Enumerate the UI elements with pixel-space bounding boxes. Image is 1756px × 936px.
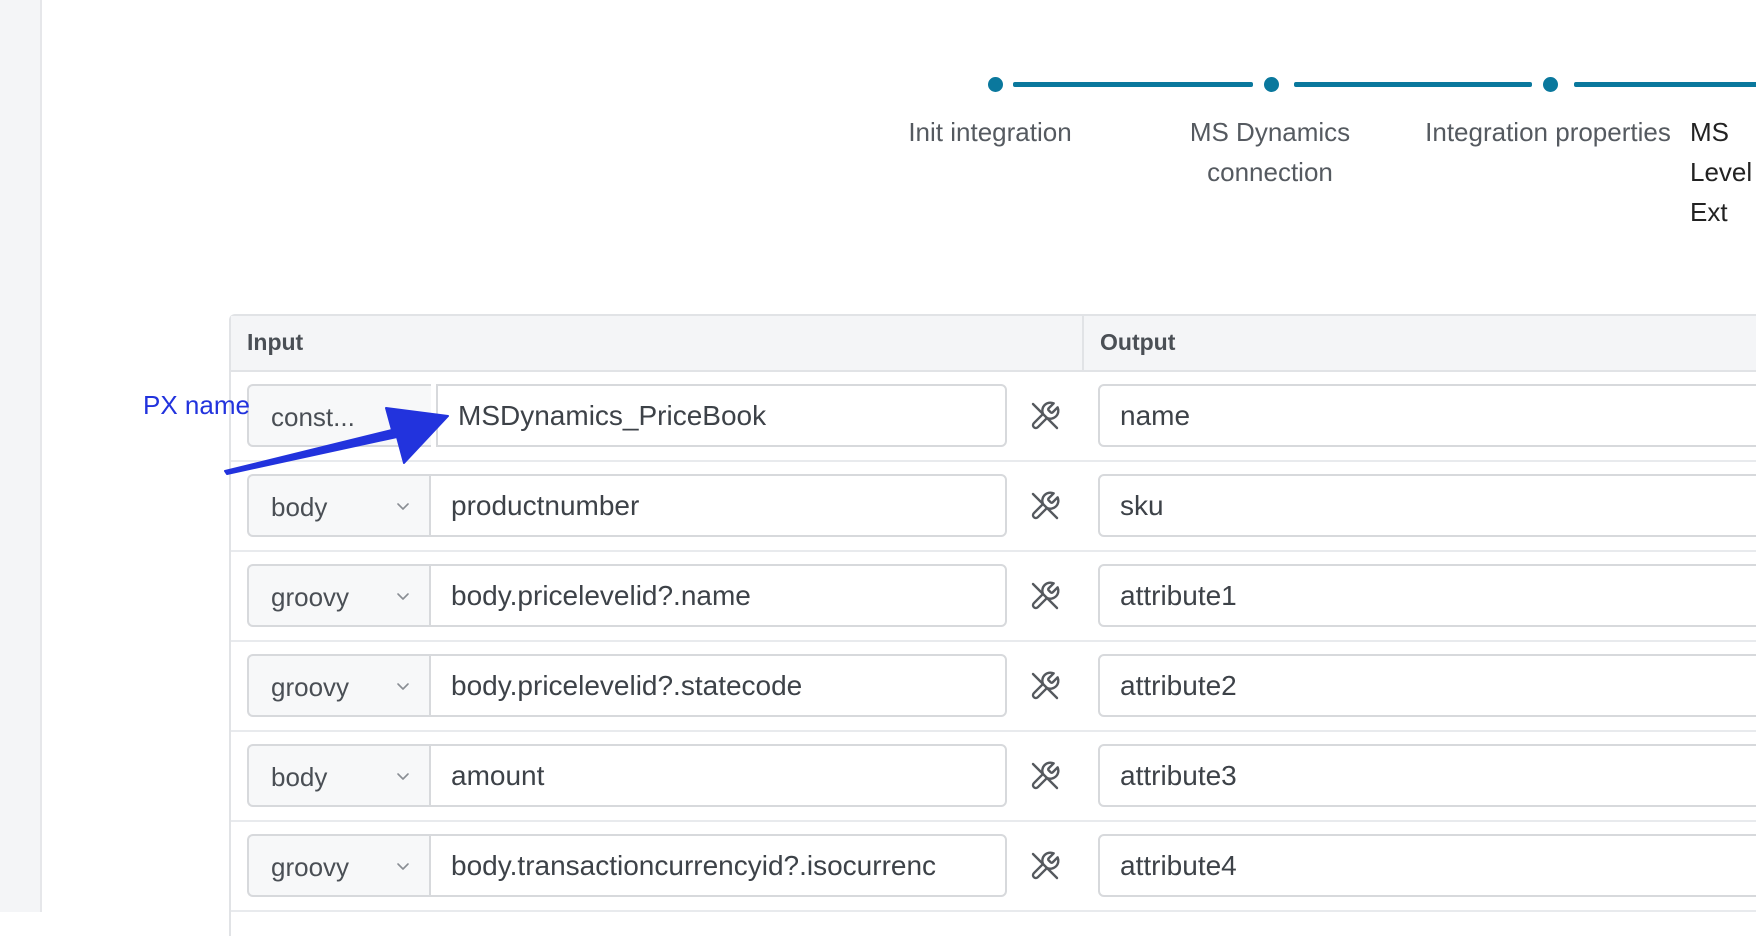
step-label-init-integration[interactable]: Init integration — [880, 112, 1100, 152]
mapping-row: groovy — [231, 642, 1756, 732]
chevron-down-icon — [397, 593, 409, 600]
chevron-down-icon — [397, 503, 409, 510]
wrench-off-icon[interactable] — [1029, 400, 1061, 432]
source-type-value: groovy — [271, 582, 350, 612]
output-column-header: Output — [1100, 329, 1176, 355]
column-divider — [1082, 316, 1084, 370]
wrench-off-icon[interactable] — [1029, 670, 1061, 702]
source-value-input[interactable] — [429, 564, 1007, 627]
step-connector — [1574, 82, 1756, 87]
source-value-input[interactable] — [429, 654, 1007, 717]
output-field-input[interactable] — [1098, 564, 1756, 627]
step-dot-init-integration[interactable] — [988, 77, 1003, 92]
wrench-off-icon[interactable] — [1029, 850, 1061, 882]
wrench-off-icon[interactable] — [1029, 580, 1061, 612]
source-type-select[interactable]: body — [247, 474, 431, 537]
chevron-down-icon — [397, 683, 409, 690]
source-value-input[interactable] — [429, 474, 1007, 537]
source-value-input[interactable] — [429, 834, 1007, 897]
output-field-input[interactable] — [1098, 384, 1756, 447]
step-dot-integration-properties[interactable] — [1543, 77, 1558, 92]
mapping-row: const... — [231, 372, 1756, 462]
output-field-input[interactable] — [1098, 474, 1756, 537]
source-type-select[interactable]: const... — [247, 384, 431, 447]
output-field-input[interactable] — [1098, 654, 1756, 717]
chevron-down-icon — [397, 773, 409, 780]
source-type-value: body — [271, 762, 328, 792]
source-type-value: groovy — [271, 852, 350, 882]
wrench-off-icon[interactable] — [1029, 760, 1061, 792]
mapping-row: groovy — [231, 822, 1756, 912]
progress-stepper: Init integration MS Dynamics connection … — [0, 0, 1756, 240]
output-field-input[interactable] — [1098, 744, 1756, 807]
step-connector — [1013, 82, 1253, 87]
wrench-off-icon[interactable] — [1029, 490, 1061, 522]
source-value-input[interactable] — [429, 744, 1007, 807]
step-dot-ms-dynamics-connection[interactable] — [1264, 77, 1279, 92]
field-mapping-table: Input Output const... body groovy — [229, 314, 1756, 936]
step-label-current[interactable]: MS Level Ext — [1690, 112, 1756, 232]
chevron-down-icon — [397, 863, 409, 870]
mapping-row: body — [231, 732, 1756, 822]
step-connector — [1294, 82, 1532, 87]
source-type-select[interactable]: groovy — [247, 564, 431, 627]
source-value-input[interactable] — [436, 384, 1007, 447]
source-type-select[interactable]: groovy — [247, 654, 431, 717]
step-label-integration-properties[interactable]: Integration properties — [1408, 112, 1688, 152]
source-type-value: groovy — [271, 672, 350, 702]
source-type-value: const... — [271, 402, 355, 432]
input-column-header: Input — [247, 329, 304, 355]
source-type-value: body — [271, 492, 328, 522]
mapping-row: groovy — [231, 552, 1756, 642]
output-field-input[interactable] — [1098, 834, 1756, 897]
source-type-select[interactable]: body — [247, 744, 431, 807]
source-type-select[interactable]: groovy — [247, 834, 431, 897]
annotation-label: PX name — [143, 390, 250, 420]
mapping-header: Input Output — [231, 316, 1756, 372]
step-label-ms-dynamics-connection[interactable]: MS Dynamics connection — [1160, 112, 1380, 192]
mapping-row: body — [231, 462, 1756, 552]
